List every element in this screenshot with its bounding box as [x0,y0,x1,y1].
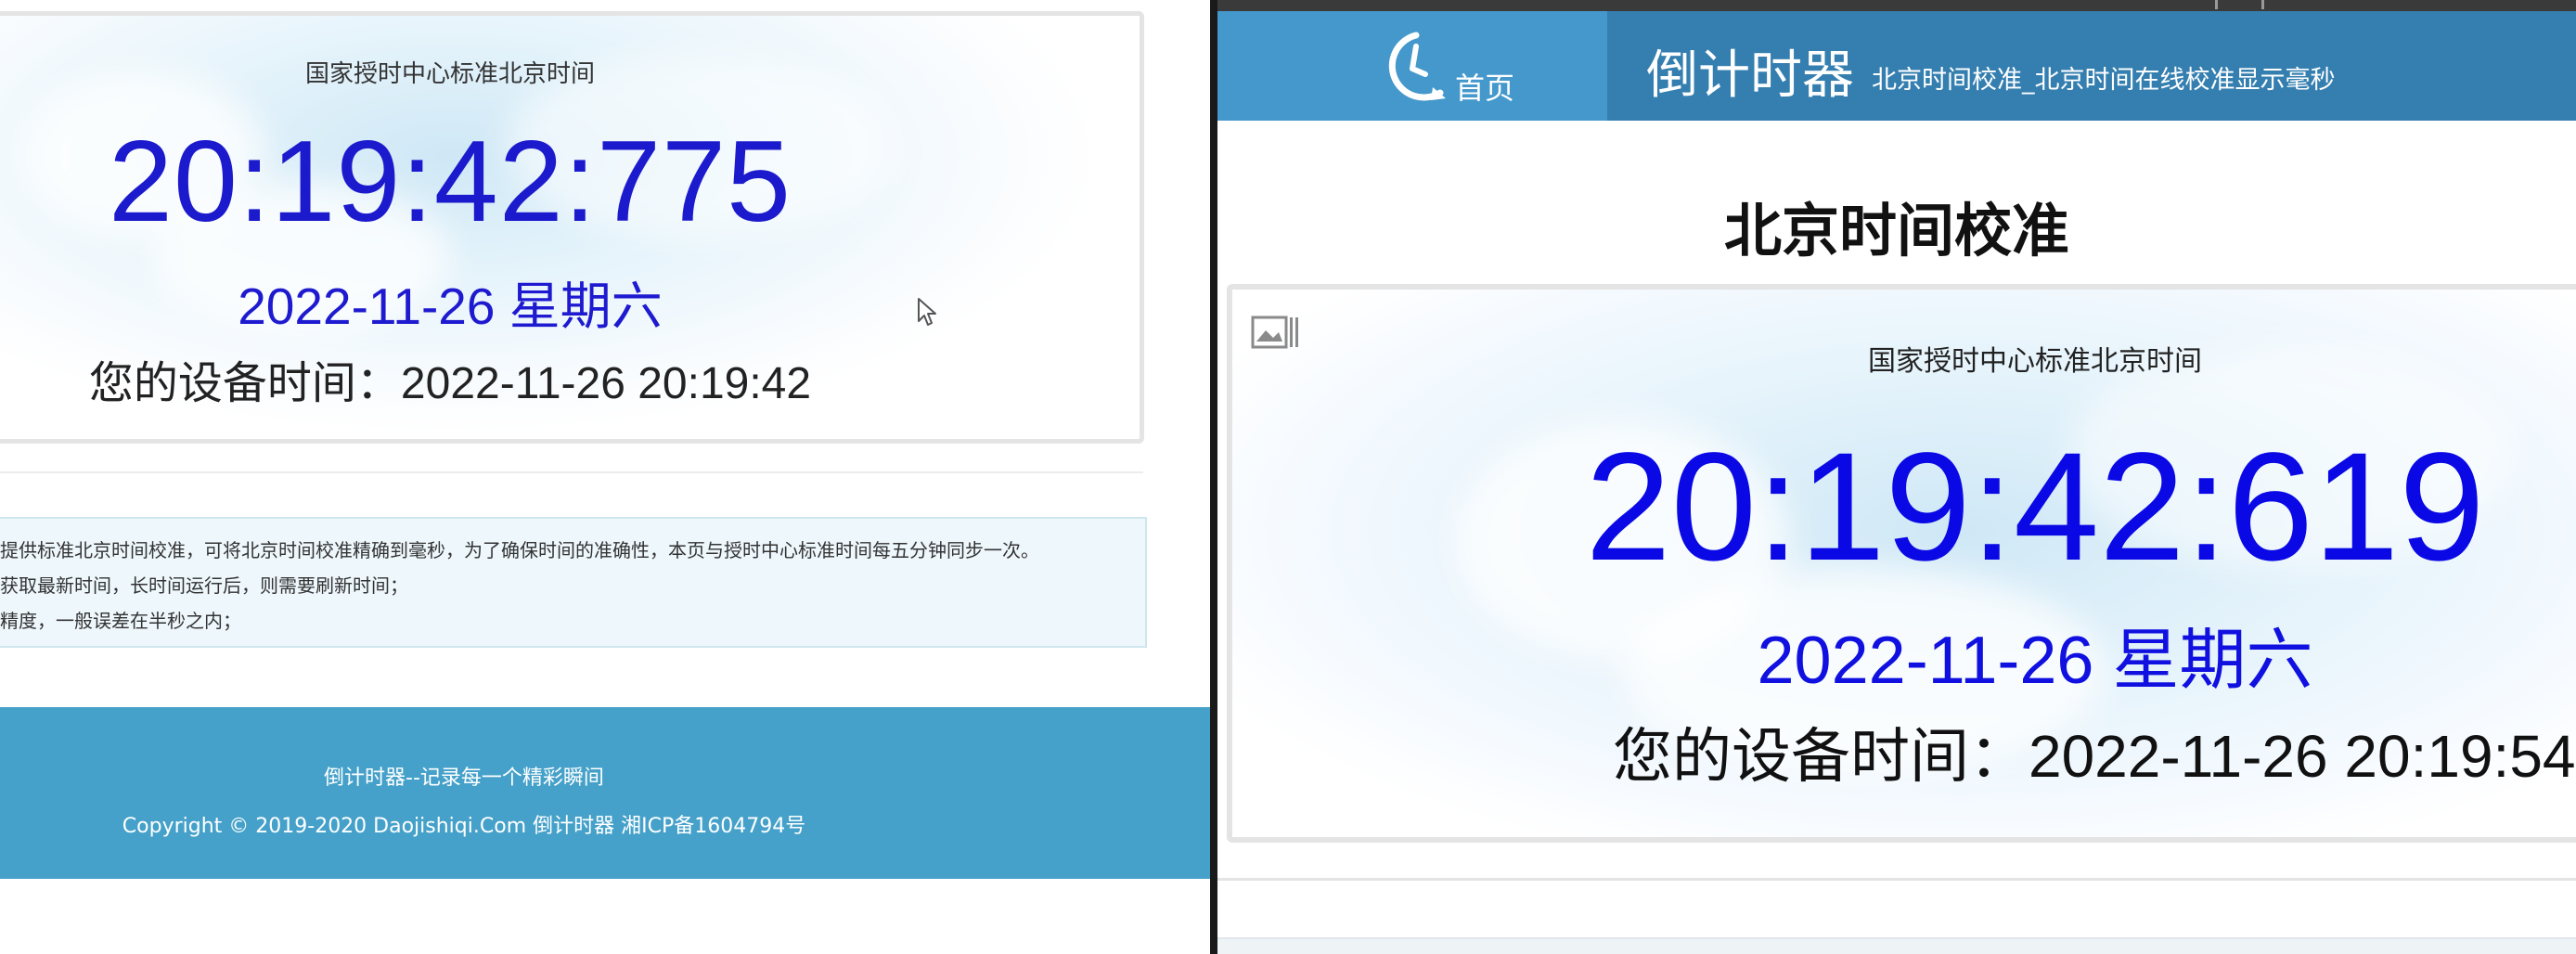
site-footer: 倒计时器--记录每一个精彩瞬间 Copyright © 2019-2020 Da… [0,707,1210,879]
footer-copyright: Copyright © 2019-2020 Daojishiqi.Com 倒计时… [122,815,806,838]
notes-box-top-edge [1217,937,2576,954]
time-source-label: 国家授时中心标准北京时间 [304,60,595,88]
nav-bar: 首页 倒计时器 北京时间校准_北京时间在线校准显示毫秒 [1217,11,2576,121]
note-line: 精度，一般误差在半秒之内； [0,610,241,632]
window-top-strip [1217,0,2576,11]
page-title: 北京时间校准 [1723,197,2069,264]
date-weekday: 2022-11-26 星期六 [238,277,663,335]
left-browser-window: 国家授时中心标准北京时间 20:19:42:775 2022-11-26 星期六… [0,0,1210,954]
site-brand[interactable]: 倒计时器 [1646,33,1854,109]
device-time: 您的设备时间：2022-11-26 20:19:42 [88,359,812,408]
beijing-time-clock: 20:19:42:619 [1585,421,2485,593]
footer-tagline: 倒计时器--记录每一个精彩瞬间 [324,767,604,790]
window-separator [1210,0,1217,954]
strip-tick [2215,0,2218,9]
time-panel: 国家授时中心标准北京时间 20:19:42:619 2022-11-26 星期六… [1227,284,2576,843]
info-notes-box: 提供标准北京时间校准，可将北京时间校准精确到毫秒，为了确保时间的准确性，本页与授… [0,517,1147,648]
strip-tick [2261,0,2264,9]
screen: 国家授时中心标准北京时间 20:19:42:775 2022-11-26 星期六… [0,0,2576,954]
note-line: 获取最新时间，长时间运行后，则需要刷新时间； [0,574,408,597]
date-weekday: 2022-11-26 星期六 [1757,624,2313,698]
right-browser-window: 首页 倒计时器 北京时间校准_北京时间在线校准显示毫秒 北京时间校准 国家授时中… [1217,0,2576,954]
time-panel: 国家授时中心标准北京时间 20:19:42:775 2022-11-26 星期六… [0,11,1144,444]
beijing-time-clock: 20:19:42:775 [108,118,792,246]
device-time: 您的设备时间：2022-11-26 20:19:54 [1613,723,2576,790]
home-label: 首页 [1455,71,1515,106]
note-line: 提供标准北京时间校准，可将北京时间校准精确到毫秒，为了确保时间的准确性，本页与授… [0,539,1039,561]
section-divider [0,471,1143,473]
time-source-label: 国家授时中心标准北京时间 [1868,345,2202,378]
home-link[interactable]: 首页 [1217,11,1607,121]
site-slogan: 北京时间校准_北京时间在线校准显示毫秒 [1872,66,2336,95]
clock-icon [1388,32,1446,101]
mouse-cursor-icon [918,298,936,326]
section-divider [1217,878,2576,881]
image-icon[interactable] [1251,314,1301,351]
